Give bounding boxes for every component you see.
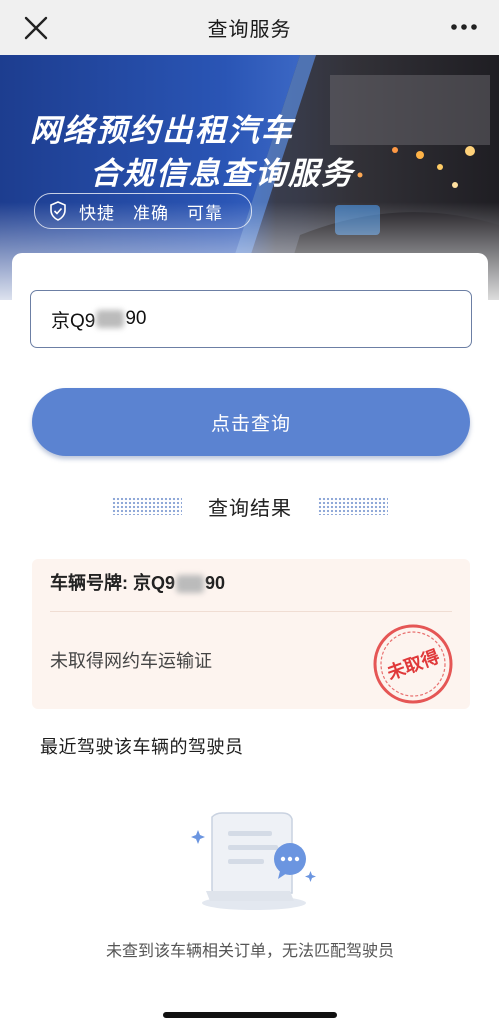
permit-status: 未取得网约车运输证 [50, 651, 212, 672]
plate-input-suffix: 90 [125, 308, 147, 329]
masked-characters [96, 310, 125, 328]
masked-characters [176, 575, 205, 594]
plate-suffix: 90 [205, 573, 226, 593]
plate-label: 车辆号牌: [50, 573, 133, 593]
banner-tags: 快捷 准确 可靠 [34, 193, 252, 229]
close-icon[interactable] [22, 14, 50, 42]
plate-number-input[interactable]: 京Q9 90 [30, 290, 472, 348]
tag-accurate: 准确 [133, 203, 169, 224]
result-card: 车辆号牌: 京Q9 90 未取得网约车运输证 未取得 [32, 559, 470, 709]
tag-reliable: 可靠 [187, 203, 223, 224]
stamp-text: 未取得 [384, 645, 442, 684]
divider [50, 611, 452, 612]
result-plate: 车辆号牌: 京Q9 90 [50, 569, 225, 595]
query-card: 京Q9 90 点击查询 查询结果 车辆号牌: 京Q9 90 未取得网约车运输证 未… [12, 253, 488, 1027]
banner-title-line1: 网络预约出租汽车 [30, 113, 294, 149]
home-indicator[interactable] [163, 1012, 337, 1018]
banner-title-line2: 合规信息查询服务 [90, 156, 354, 192]
query-button[interactable]: 点击查询 [32, 388, 470, 456]
no-orders-message: 未查到该车辆相关订单，无法匹配驾驶员 [105, 941, 394, 960]
dots-decoration-right [318, 497, 388, 515]
plate-prefix: 京Q9 [133, 573, 176, 593]
page-title: 查询服务 [207, 17, 292, 41]
more-icon[interactable] [449, 17, 479, 37]
recent-drivers-title: 最近驾驶该车辆的驾驶员 [40, 737, 244, 758]
tag-fast: 快捷 [79, 203, 115, 224]
results-header: 查询结果 [12, 488, 488, 524]
not-obtained-stamp: 未取得 [373, 624, 453, 704]
shield-icon [50, 201, 66, 221]
dots-decoration-left [112, 497, 182, 515]
top-navbar: 查询服务 [0, 0, 499, 55]
results-title: 查询结果 [208, 495, 292, 520]
empty-document-icon [191, 812, 316, 910]
plate-input-prefix: 京Q9 [51, 310, 96, 332]
